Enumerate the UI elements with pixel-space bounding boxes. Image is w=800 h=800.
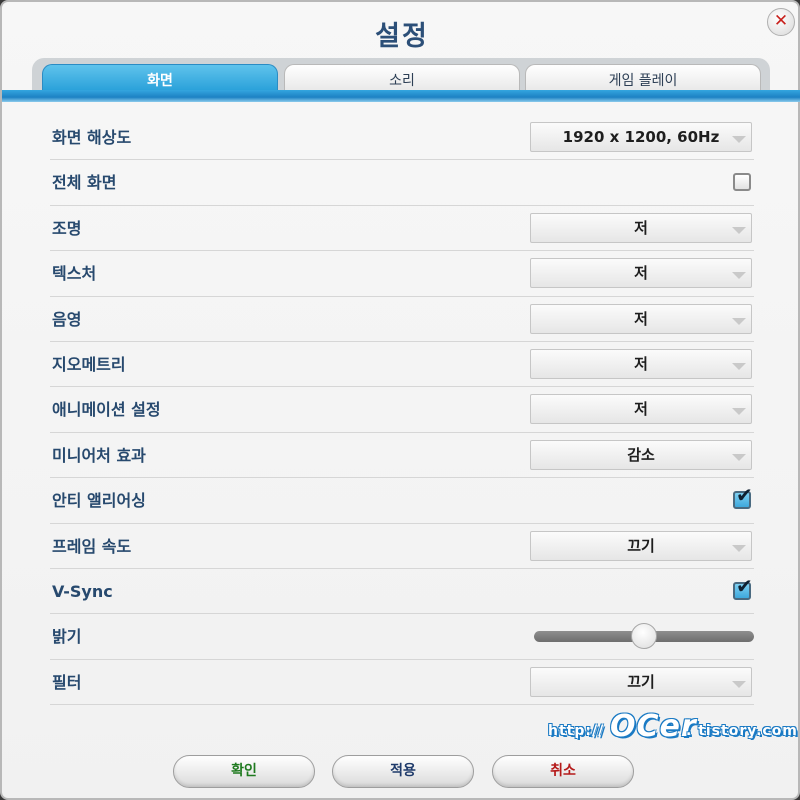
dropdown-value: 끄기 [627, 536, 655, 555]
setting-row-miniature: 미니어처 효과 감소 [50, 433, 754, 479]
dialog-title: 설정 [375, 21, 429, 52]
miniature-dropdown[interactable]: 감소 [530, 439, 752, 470]
checkmark-icon: ✔ [736, 573, 753, 598]
settings-dialog: 설정 ✕ 화면 소리 게임 플레이 화면 해상도 1920 x 1200, 60… [0, 0, 800, 800]
setting-row-lighting: 조명 저 [50, 206, 754, 252]
setting-row-resolution: 화면 해상도 1920 x 1200, 60Hz [50, 115, 754, 161]
dropdown-value: 1920 x 1200, 60Hz [562, 128, 720, 146]
confirm-button[interactable]: 확인 [173, 755, 315, 788]
texture-dropdown[interactable]: 저 [530, 258, 752, 289]
dropdown-value: 저 [634, 354, 648, 373]
setting-row-framerate: 프레임 속도 끄기 [50, 524, 754, 569]
setting-row-geometry: 지오메트리 저 [50, 342, 754, 388]
settings-list: 화면 해상도 1920 x 1200, 60Hz 전체 화면 조명 저 텍스처 … [50, 115, 754, 706]
chevron-down-icon [732, 317, 746, 325]
framerate-dropdown[interactable]: 끄기 [530, 530, 752, 561]
watermark-prefix: http:// [548, 723, 605, 739]
dropdown-value: 저 [634, 309, 648, 328]
setting-label: 전체 화면 [52, 173, 117, 193]
dropdown-value: 끄기 [627, 672, 655, 691]
setting-row-fullscreen: 전체 화면 [50, 160, 754, 206]
dropdown-value: 저 [634, 218, 648, 237]
setting-label: 조명 [52, 218, 82, 238]
brightness-slider[interactable] [534, 623, 754, 650]
fullscreen-checkbox[interactable] [733, 173, 751, 192]
setting-label: 애니메이션 설정 [52, 400, 161, 420]
setting-label: 화면 해상도 [52, 128, 132, 147]
slider-handle[interactable] [631, 623, 657, 650]
resolution-dropdown[interactable]: 1920 x 1200, 60Hz [530, 122, 752, 152]
filter-dropdown[interactable]: 끄기 [530, 666, 752, 697]
setting-row-filter: 필터 끄기 [50, 660, 754, 706]
setting-row-vsync: V-Sync ✔ [50, 569, 754, 615]
tab-underline [2, 90, 800, 102]
chevron-down-icon [732, 544, 746, 552]
watermark: http:// OCer . tistory.com [548, 709, 797, 745]
antialiasing-checkbox[interactable]: ✔ [733, 485, 753, 510]
setting-label: 미니어처 효과 [52, 445, 146, 465]
chevron-down-icon [732, 272, 746, 280]
checkmark-icon: ✔ [736, 483, 753, 508]
dropdown-value: 감소 [627, 445, 655, 464]
setting-label: 지오메트리 [52, 354, 126, 374]
setting-row-shadow: 음영 저 [50, 297, 754, 342]
lighting-dropdown[interactable]: 저 [530, 212, 752, 243]
animation-dropdown[interactable]: 저 [530, 394, 752, 425]
chevron-down-icon [732, 226, 746, 234]
setting-label: V-Sync [52, 581, 113, 601]
dropdown-value: 저 [634, 400, 648, 419]
chevron-down-icon [732, 680, 746, 688]
watermark-suffix: . tistory.com [686, 723, 798, 739]
dropdown-value: 저 [634, 264, 648, 283]
geometry-dropdown[interactable]: 저 [530, 348, 752, 379]
apply-button[interactable]: 적용 [332, 755, 474, 788]
chevron-down-icon [732, 362, 746, 370]
shadow-dropdown[interactable]: 저 [530, 303, 752, 334]
chevron-down-icon [732, 453, 746, 461]
setting-row-brightness: 밝기 [50, 614, 754, 660]
setting-label: 음영 [52, 309, 82, 329]
setting-row-antialiasing: 안티 앨리어싱 ✔ [50, 478, 754, 524]
setting-label: 안티 앨리어싱 [52, 491, 146, 511]
cancel-button[interactable]: 취소 [492, 755, 634, 788]
setting-label: 텍스처 [52, 264, 97, 284]
watermark-name: OCer [610, 709, 697, 744]
close-icon[interactable]: ✕ [767, 8, 795, 36]
setting-label: 밝기 [52, 627, 82, 647]
chevron-down-icon [732, 408, 746, 416]
chevron-down-icon [732, 136, 746, 143]
setting-label: 필터 [52, 672, 82, 692]
setting-row-texture: 텍스처 저 [50, 251, 754, 297]
setting-row-animation: 애니메이션 설정 저 [50, 387, 754, 433]
setting-label: 프레임 속도 [52, 536, 132, 556]
vsync-checkbox[interactable]: ✔ [733, 576, 753, 600]
